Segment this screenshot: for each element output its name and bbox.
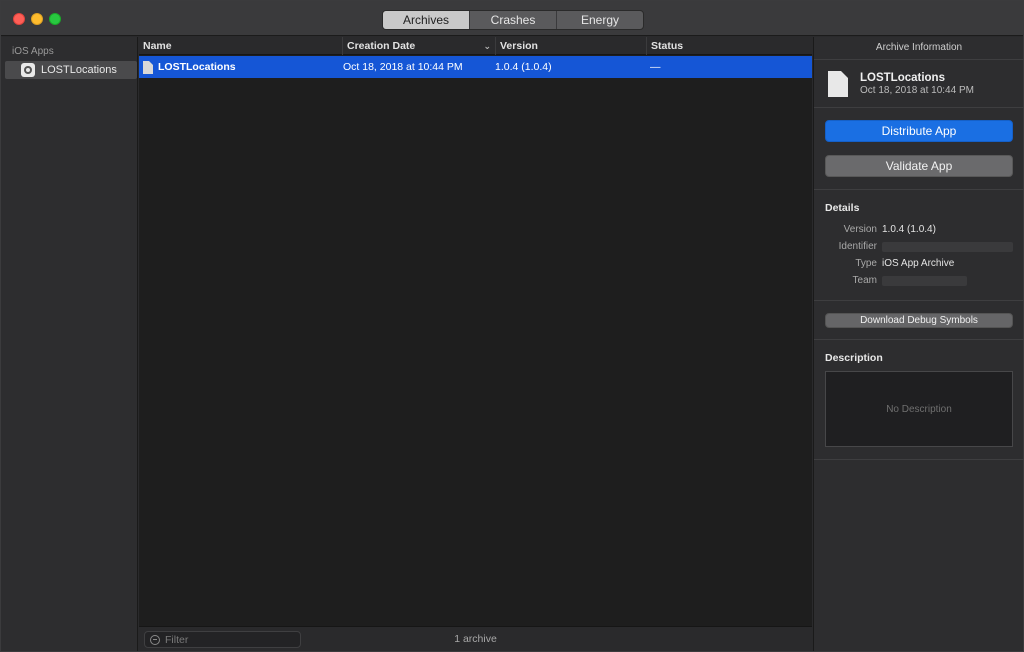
archive-count: 1 archive [454, 633, 497, 645]
column-header-name[interactable]: Name [139, 37, 342, 55]
title-bar: Archives Crashes Energy [1, 1, 1023, 36]
tab-energy[interactable]: Energy [557, 11, 643, 29]
type-label: Type [855, 258, 877, 269]
identifier-value-redacted [882, 242, 1013, 252]
sidebar-item-lostlocations[interactable]: LOSTLocations [5, 61, 137, 79]
sidebar-section-header: iOS Apps [12, 46, 54, 57]
column-header-creation-date[interactable]: Creation Date ⌄ [342, 37, 495, 55]
cell-status: — [650, 61, 661, 73]
description-placeholder: No Description [886, 403, 952, 415]
archive-name: LOSTLocations [860, 72, 945, 84]
table-row[interactable]: LOSTLocations Oct 18, 2018 at 10:44 PM 1… [139, 56, 812, 78]
sidebar: iOS Apps LOSTLocations [1, 37, 138, 651]
table-footer: 1 archive [139, 626, 812, 651]
cell-creation-date: Oct 18, 2018 at 10:44 PM [343, 61, 463, 73]
chevron-down-icon: ⌄ [483, 41, 491, 51]
archive-icon [828, 71, 848, 97]
app-icon [21, 63, 35, 77]
archive-date: Oct 18, 2018 at 10:44 PM [860, 85, 974, 96]
minimize-window-button[interactable] [31, 13, 43, 25]
archive-doc-icon [143, 60, 153, 74]
tab-archives[interactable]: Archives [383, 11, 470, 29]
archive-table: Name Creation Date ⌄ Version Status LOST… [139, 37, 812, 651]
column-header-version[interactable]: Version [495, 37, 646, 55]
details-header: Details [825, 202, 860, 214]
cell-name-text: LOSTLocations [158, 61, 236, 73]
description-header: Description [825, 352, 883, 364]
divider [814, 339, 1024, 340]
divider [814, 189, 1024, 190]
close-window-button[interactable] [13, 13, 25, 25]
organizer-window: Archives Crashes Energy iOS Apps LOSTLoc… [0, 0, 1024, 652]
version-value: 1.0.4 (1.0.4) [882, 224, 936, 235]
inspector-title: Archive Information [875, 42, 963, 53]
tab-crashes[interactable]: Crashes [470, 11, 557, 29]
zoom-window-button[interactable] [49, 13, 61, 25]
divider [814, 59, 1024, 60]
divider [814, 459, 1024, 460]
organizer-tab-control: Archives Crashes Energy [382, 10, 644, 30]
archive-inspector: Archive Information LOSTLocations Oct 18… [813, 37, 1024, 651]
team-value-redacted [882, 276, 967, 286]
type-value: iOS App Archive [882, 258, 955, 269]
distribute-app-button[interactable]: Distribute App [825, 120, 1013, 142]
validate-app-button[interactable]: Validate App [825, 155, 1013, 177]
column-header-status[interactable]: Status [646, 37, 812, 55]
divider [814, 107, 1024, 108]
team-label: Team [852, 275, 877, 286]
sidebar-item-label: LOSTLocations [41, 64, 117, 76]
version-label: Version [843, 224, 877, 235]
download-debug-symbols-button[interactable]: Download Debug Symbols [825, 313, 1013, 328]
table-header: Name Creation Date ⌄ Version Status [139, 37, 812, 55]
cell-version: 1.0.4 (1.0.4) [495, 61, 552, 73]
description-field[interactable]: No Description [825, 371, 1013, 447]
cell-name: LOSTLocations [139, 56, 342, 78]
divider [814, 300, 1024, 301]
identifier-label: Identifier [838, 241, 877, 252]
column-header-label: Creation Date [347, 40, 416, 52]
